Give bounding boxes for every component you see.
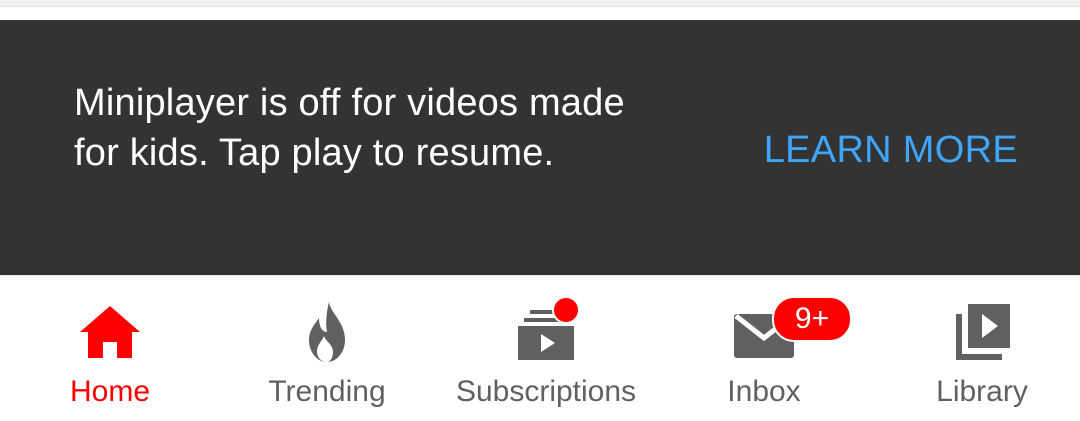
notification-dot [552,296,580,324]
nav-item-home[interactable]: Home [20,276,200,421]
mail-icon: 9+ [728,296,852,368]
nav-item-inbox[interactable]: 9+ Inbox [674,276,854,421]
nav-item-trending[interactable]: Trending [237,276,417,421]
subscriptions-icon [510,296,582,368]
fire-icon [291,296,363,368]
snackbar: Miniplayer is off for videos made for ki… [0,20,1080,275]
top-strip [0,0,1080,20]
snackbar-message: Miniplayer is off for videos made for ki… [74,82,625,174]
nav-label-home: Home [69,375,151,408]
bottom-navigation: Home Trending Subscriptions 9+ Inbox Lib… [0,275,1080,420]
nav-label-inbox: Inbox [727,375,801,408]
nav-label-library: Library [936,375,1028,408]
nav-label-trending: Trending [268,375,386,408]
library-icon [946,296,1018,368]
learn-more-button[interactable]: LEARN MORE [764,125,1018,175]
home-icon [74,296,146,368]
inbox-badge: 9+ [772,296,852,342]
nav-item-library[interactable]: Library [892,276,1072,421]
content-card-edge [0,0,1080,7]
nav-label-subscriptions: Subscriptions [455,375,637,408]
nav-item-subscriptions[interactable]: Subscriptions [446,276,646,421]
